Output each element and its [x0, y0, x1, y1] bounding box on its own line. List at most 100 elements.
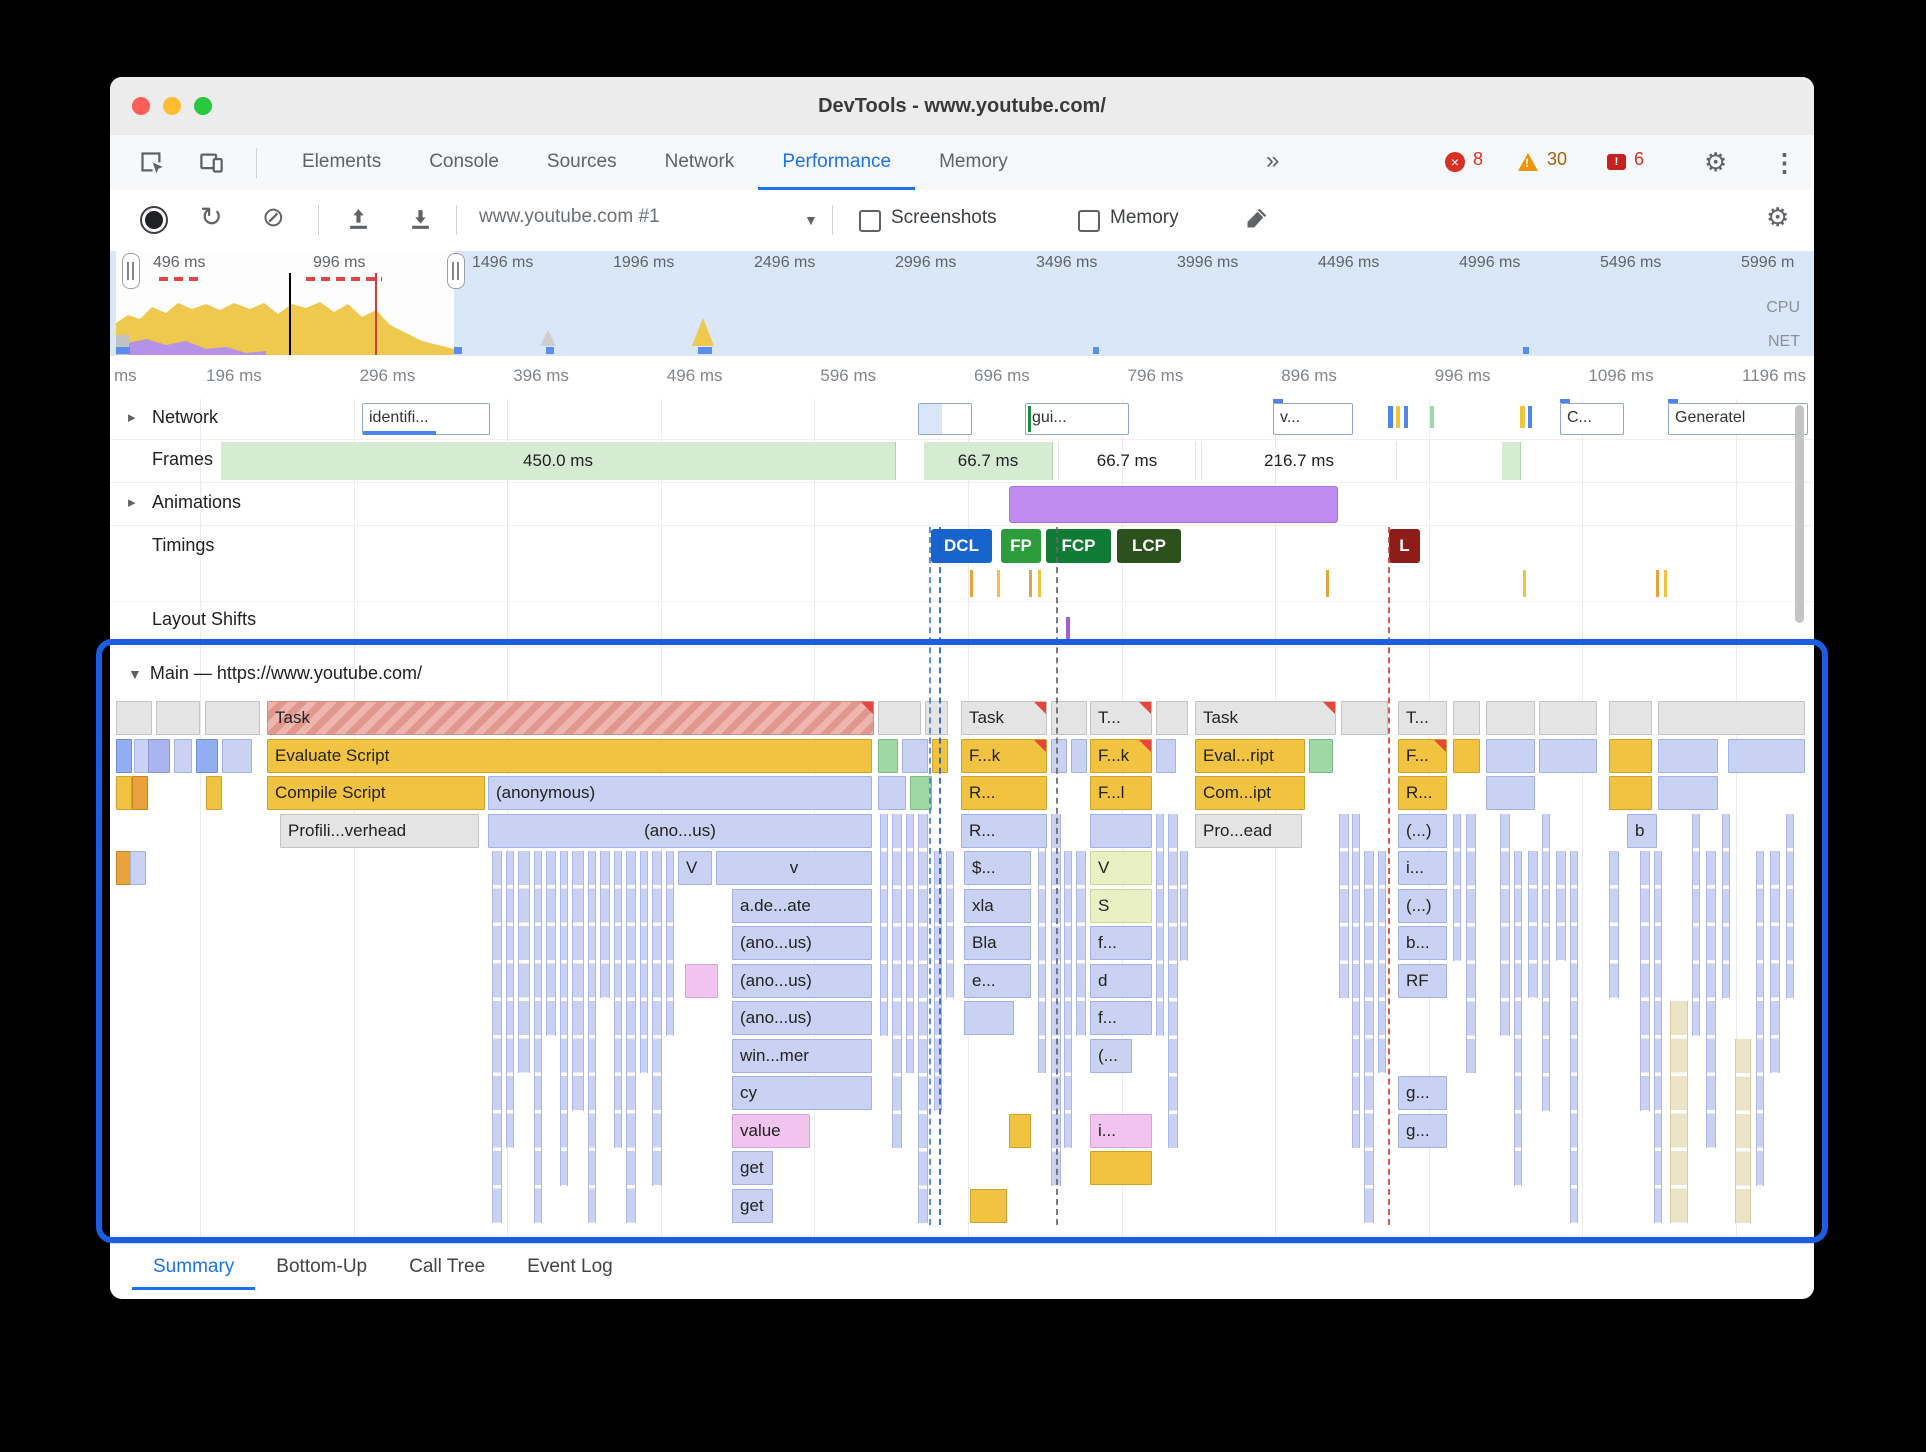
- upload-profile-icon[interactable]: [346, 207, 371, 237]
- flame-bar[interactable]: b: [1627, 813, 1657, 848]
- errors-icon[interactable]: ×: [1445, 152, 1465, 172]
- flame-bar[interactable]: V: [678, 851, 712, 885]
- session-select[interactable]: www.youtube.com #1: [479, 206, 779, 228]
- flame-bar[interactable]: Com...ipt: [1195, 776, 1305, 810]
- flame-bar[interactable]: [1609, 776, 1652, 810]
- network-request[interactable]: C...: [1560, 399, 1624, 435]
- error-count[interactable]: 8: [1473, 149, 1483, 170]
- flame-bar[interactable]: R...: [961, 776, 1047, 810]
- flame-bar[interactable]: v: [716, 851, 872, 885]
- flame-bar[interactable]: (...): [1398, 888, 1447, 923]
- timing-badge-l[interactable]: L: [1389, 529, 1420, 563]
- flame-bar[interactable]: [132, 776, 148, 810]
- flame-bar[interactable]: [878, 738, 898, 773]
- flame-bar[interactable]: Task: [1195, 701, 1336, 735]
- flame-bar[interactable]: [1658, 776, 1718, 810]
- flame-bar[interactable]: Compile Script: [267, 776, 485, 810]
- flame-bar[interactable]: f...: [1090, 1001, 1152, 1035]
- network-request[interactable]: identifi...: [362, 403, 490, 435]
- issue-count[interactable]: 6: [1634, 149, 1644, 170]
- flame-bar[interactable]: (ano...us): [732, 963, 872, 998]
- flame-bar[interactable]: [1051, 738, 1067, 773]
- flame-bar[interactable]: [206, 776, 222, 810]
- network-disclosure-triangle-icon[interactable]: ▸: [128, 408, 136, 426]
- flame-bar[interactable]: [1486, 701, 1535, 735]
- main-thread-header[interactable]: ▼ Main — https://www.youtube.com/: [128, 663, 422, 684]
- tab-performance[interactable]: Performance: [758, 135, 915, 190]
- memory-checkbox[interactable]: [1078, 210, 1100, 232]
- frame-segment[interactable]: [1501, 442, 1521, 480]
- flame-bar[interactable]: [1341, 701, 1388, 735]
- flame-bar[interactable]: win...mer: [732, 1038, 872, 1073]
- flame-bar[interactable]: S: [1090, 888, 1152, 923]
- flame-bar[interactable]: [1309, 738, 1333, 773]
- bottom-tab-event-log[interactable]: Event Log: [506, 1244, 634, 1290]
- record-button[interactable]: [140, 206, 168, 234]
- flame-bar[interactable]: [116, 776, 132, 810]
- device-toolbar-icon[interactable]: [198, 149, 225, 181]
- chevron-down-icon[interactable]: ▼: [804, 212, 818, 228]
- flame-bar[interactable]: Task: [961, 701, 1047, 735]
- flame-bar[interactable]: Profili...verhead: [280, 813, 479, 848]
- flame-bar[interactable]: g...: [1398, 1076, 1447, 1110]
- flame-bar[interactable]: e...: [964, 963, 1031, 998]
- flame-bar[interactable]: [902, 738, 928, 773]
- flame-bar[interactable]: (ano...us): [488, 813, 872, 848]
- screenshots-checkbox[interactable]: [859, 210, 881, 232]
- flame-bar[interactable]: Pro...ead: [1195, 813, 1302, 848]
- warning-count[interactable]: 30: [1547, 149, 1567, 170]
- flame-bar[interactable]: [964, 1001, 1014, 1035]
- flame-bar[interactable]: [1609, 738, 1652, 773]
- selection-right-handle[interactable]: [447, 253, 465, 289]
- flame-bar[interactable]: (...): [1398, 813, 1447, 848]
- animation-bar[interactable]: [1009, 486, 1338, 523]
- flame-bar[interactable]: [1609, 701, 1652, 735]
- bottom-tab-summary[interactable]: Summary: [132, 1244, 255, 1290]
- flame-bar[interactable]: [222, 738, 252, 773]
- bottom-tab-bottom-up[interactable]: Bottom-Up: [255, 1244, 388, 1290]
- flame-bar[interactable]: [970, 1188, 1007, 1223]
- flame-bar[interactable]: [1453, 738, 1480, 773]
- flame-bar[interactable]: F...l: [1090, 776, 1152, 810]
- performance-overview[interactable]: 496 ms 996 ms 1496 ms 1996 ms 2496 ms 2996 ms…: [110, 251, 1814, 357]
- network-request[interactable]: Generatel: [1668, 399, 1808, 435]
- flame-bar[interactable]: (anonymous): [488, 776, 872, 810]
- flame-bar[interactable]: [148, 738, 170, 773]
- frame-segment[interactable]: 66.7 ms: [1058, 442, 1196, 480]
- flame-bar[interactable]: [130, 851, 146, 885]
- flame-bar[interactable]: xla: [964, 888, 1031, 923]
- flame-bar[interactable]: [1090, 813, 1152, 848]
- flame-bar[interactable]: R...: [1398, 776, 1447, 810]
- clear-recording-icon[interactable]: ⊘: [262, 202, 285, 233]
- flame-bar[interactable]: [685, 963, 718, 998]
- selection-left-handle[interactable]: [122, 253, 140, 289]
- flame-bar[interactable]: [1658, 738, 1718, 773]
- warnings-icon[interactable]: [1518, 153, 1538, 171]
- flame-bar[interactable]: RF: [1398, 963, 1447, 998]
- flame-bar[interactable]: g...: [1398, 1113, 1447, 1148]
- flame-bar[interactable]: [1156, 701, 1188, 735]
- flame-bar[interactable]: [1728, 738, 1805, 773]
- flame-bar[interactable]: (...: [1090, 1038, 1132, 1073]
- flame-bar[interactable]: V: [1090, 851, 1152, 885]
- flame-bar[interactable]: cy: [732, 1076, 872, 1110]
- flame-bar[interactable]: $...: [964, 851, 1031, 885]
- inspect-element-icon[interactable]: [138, 149, 165, 181]
- network-request[interactable]: gui...: [1025, 403, 1129, 435]
- timing-badge-lcp[interactable]: LCP: [1117, 529, 1181, 563]
- bottom-tab-call-tree[interactable]: Call Tree: [388, 1244, 506, 1290]
- flame-bar[interactable]: a.de...ate: [732, 888, 872, 923]
- flame-bar[interactable]: [116, 738, 132, 773]
- flame-bar[interactable]: Eval...ript: [1195, 738, 1305, 773]
- flame-bar[interactable]: [1071, 738, 1087, 773]
- flame-bar[interactable]: f...: [1090, 926, 1152, 960]
- flame-bar[interactable]: [878, 701, 921, 735]
- flame-bar[interactable]: [196, 738, 218, 773]
- flame-bar[interactable]: (ano...us): [732, 926, 872, 960]
- flame-bar[interactable]: F...k: [961, 738, 1047, 773]
- flame-bar[interactable]: d: [1090, 963, 1152, 998]
- flame-bar[interactable]: [174, 738, 192, 773]
- main-disclosure-triangle-icon[interactable]: ▼: [128, 666, 142, 682]
- flame-bar[interactable]: value: [732, 1113, 810, 1148]
- flame-bar[interactable]: T...: [1090, 701, 1152, 735]
